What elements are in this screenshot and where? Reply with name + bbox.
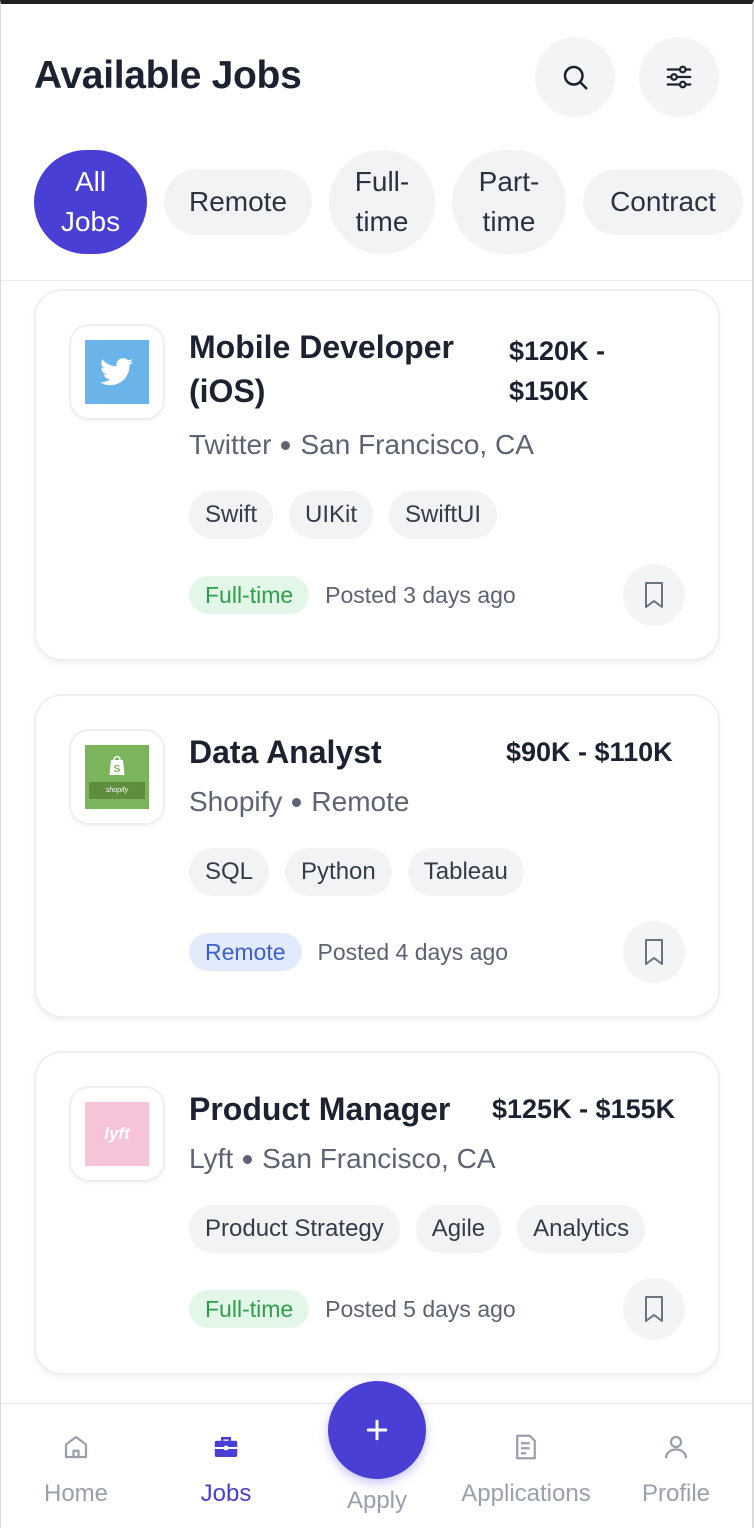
svg-text:S: S	[114, 764, 121, 775]
job-footer: Full-time Posted 5 days ago	[189, 1290, 516, 1328]
job-footer: Full-time Posted 3 days ago	[189, 576, 516, 614]
nav-profile[interactable]: Profile	[601, 1432, 751, 1508]
job-salary: $90K - $110K	[506, 737, 673, 767]
skill-tags: SQL Python Tableau	[189, 848, 524, 896]
bookmark-icon	[645, 582, 663, 608]
shopify-logo-icon: S shopify	[85, 745, 149, 809]
bookmark-button[interactable]	[623, 1278, 685, 1340]
job-card[interactable]: Mobile Developer (iOS) $120K - $150K Twi…	[34, 289, 720, 661]
plus-icon	[366, 1419, 388, 1441]
company-name: Shopify	[189, 786, 283, 817]
nav-profile-label: Profile	[641, 1480, 711, 1507]
job-type-badge: Full-time	[189, 1290, 310, 1328]
skill-tag: Swift	[189, 491, 274, 539]
job-location: San Francisco, CA	[262, 1143, 496, 1174]
separator-dot	[281, 440, 291, 450]
nav-jobs-label: Jobs	[200, 1480, 252, 1507]
skill-tags: Swift UIKit SwiftUI	[189, 491, 498, 539]
skill-tag: Python	[285, 848, 392, 896]
skill-tag: UIKit	[289, 491, 374, 539]
skill-tag: Product Strategy	[189, 1205, 400, 1253]
company-logo	[69, 324, 165, 420]
skill-tags: Product Strategy Agile Analytics	[189, 1205, 646, 1253]
filter-chip-contract[interactable]: Contract	[583, 169, 743, 235]
filter-chip-part-time[interactable]: Part-time	[452, 150, 566, 254]
document-icon	[516, 1434, 536, 1460]
skill-tag: Analytics	[517, 1205, 646, 1253]
nav-jobs[interactable]: Jobs	[151, 1432, 301, 1508]
skill-tag: SwiftUI	[389, 491, 498, 539]
sliders-icon	[666, 65, 692, 89]
skill-tag: Agile	[415, 1205, 502, 1253]
page-title: Available Jobs	[34, 54, 302, 97]
job-meta: Twitter San Francisco, CA	[189, 429, 534, 461]
twitter-logo-icon	[85, 340, 149, 404]
job-location: San Francisco, CA	[300, 429, 534, 460]
nav-applications-label: Applications	[461, 1480, 591, 1507]
filter-chip-full-time[interactable]: Full-time	[329, 150, 435, 254]
bookmark-button[interactable]	[623, 921, 685, 983]
lyft-logo-icon: lyft	[85, 1102, 149, 1166]
filter-button[interactable]	[639, 37, 719, 117]
bookmark-icon	[645, 1296, 663, 1322]
company-logo: S shopify	[69, 729, 165, 825]
nav-home-label: Home	[43, 1480, 109, 1507]
job-type-badge: Full-time	[189, 576, 310, 614]
nav-applications[interactable]: Applications	[451, 1432, 601, 1508]
separator-dot	[243, 1154, 253, 1164]
app-screen: Available Jobs All Jobs Remote Full-time…	[0, 0, 754, 1528]
posted-date: Posted 3 days ago	[325, 581, 516, 608]
job-card[interactable]: lyft Product Manager $125K - $155K Lyft …	[34, 1051, 720, 1375]
filter-chip-remote[interactable]: Remote	[164, 169, 312, 235]
separator-dot	[292, 797, 302, 807]
company-name: Twitter	[189, 429, 272, 460]
filter-chip-all-jobs[interactable]: All Jobs	[34, 150, 147, 254]
search-icon	[563, 65, 588, 90]
company-logo: lyft	[69, 1086, 165, 1182]
bookmark-icon	[645, 939, 663, 965]
home-icon	[64, 1435, 88, 1459]
skill-tag: SQL	[189, 848, 270, 896]
posted-date: Posted 4 days ago	[317, 938, 509, 965]
nav-apply-label: Apply	[346, 1487, 408, 1514]
job-list: Mobile Developer (iOS) $120K - $150K Twi…	[34, 289, 720, 1408]
header: Available Jobs All Jobs Remote Full-time…	[1, 4, 752, 281]
posted-date: Posted 5 days ago	[325, 1295, 516, 1322]
job-title: Product Manager	[189, 1091, 451, 1127]
job-salary: $125K - $155K	[492, 1094, 676, 1124]
job-footer: Remote Posted 4 days ago	[189, 933, 508, 971]
job-location: Remote	[311, 786, 410, 817]
job-type-badge: Remote	[189, 933, 302, 971]
user-icon	[664, 1435, 688, 1459]
job-meta: Shopify Remote	[189, 786, 409, 818]
job-title: Mobile Developer (iOS)	[189, 329, 454, 409]
job-card[interactable]: S shopify Data Analyst $90K - $110K Shop…	[34, 694, 720, 1018]
job-salary: $120K - $150K	[509, 336, 606, 406]
job-title: Data Analyst	[189, 734, 382, 770]
filter-chips: All Jobs Remote Full-time Part-time Cont…	[34, 150, 743, 254]
skill-tag: Tableau	[407, 848, 524, 896]
bookmark-button[interactable]	[623, 564, 685, 626]
bottom-nav: Home Jobs Apply Applications Profile	[1, 1381, 752, 1528]
job-meta: Lyft San Francisco, CA	[189, 1143, 496, 1175]
company-name: Lyft	[189, 1143, 234, 1174]
apply-button[interactable]	[328, 1381, 426, 1479]
briefcase-icon	[214, 1437, 238, 1457]
search-button[interactable]	[535, 37, 615, 117]
nav-home[interactable]: Home	[1, 1432, 151, 1508]
